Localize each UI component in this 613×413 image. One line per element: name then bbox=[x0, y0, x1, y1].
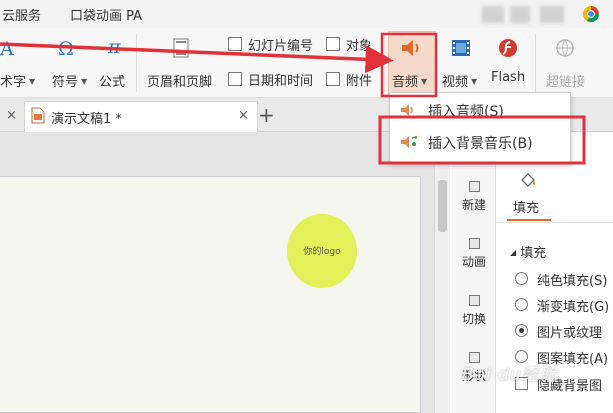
paint-bucket-icon bbox=[521, 173, 535, 187]
video-film-icon bbox=[452, 40, 470, 56]
picture-fill-label: 图片或纹理 bbox=[537, 326, 603, 341]
gradient-fill-label: 渐变填充(G) bbox=[537, 300, 610, 315]
slide-canvas[interactable] bbox=[0, 176, 421, 413]
menu-item-cloud-service[interactable]: 云服务 bbox=[2, 5, 41, 24]
fill-section-header[interactable]: ◢ 填充 bbox=[510, 242, 546, 261]
scrollbar-thumb[interactable] bbox=[438, 180, 447, 232]
symbol-button[interactable]: 符号 ▼ bbox=[52, 71, 87, 90]
object-icon bbox=[326, 37, 340, 51]
panel-divider bbox=[497, 222, 613, 223]
side-tab-new[interactable]: 新建 bbox=[452, 181, 496, 213]
ribbon-divider bbox=[384, 34, 385, 92]
menu-item-pocket-animation[interactable]: 口袋动画 PA bbox=[70, 5, 142, 24]
video-label: 视频 bbox=[442, 75, 469, 90]
active-tab-indicator bbox=[507, 219, 551, 221]
art-text-icon: A bbox=[0, 38, 14, 60]
blurred-region bbox=[540, 6, 564, 23]
new-icon bbox=[468, 181, 480, 192]
radio-button[interactable] bbox=[515, 272, 528, 285]
header-footer-icon bbox=[173, 38, 189, 58]
insert-bg-music-label: 插入背景音乐(B) bbox=[428, 136, 533, 152]
art-text-button[interactable]: 术字 ▼ bbox=[0, 71, 35, 90]
pi-formula-icon: π bbox=[108, 36, 121, 58]
attachment-button[interactable]: 附件 bbox=[346, 70, 372, 89]
ribbon-divider bbox=[136, 34, 137, 92]
presentation-file-icon bbox=[31, 107, 45, 124]
side-tab-switch[interactable]: 切换 bbox=[452, 295, 496, 327]
chevron-down-icon: ▼ bbox=[471, 77, 478, 86]
flash-icon bbox=[499, 39, 517, 57]
slide-number-button[interactable]: 幻灯片编号 bbox=[248, 35, 313, 54]
fill-section-label: 填充 bbox=[520, 246, 547, 261]
audio-label: 音频 bbox=[392, 75, 419, 90]
speaker-icon bbox=[402, 40, 419, 56]
animation-icon bbox=[468, 238, 480, 249]
art-text-label: 术字 bbox=[0, 75, 27, 90]
slide-number-icon bbox=[228, 37, 242, 51]
app-logo-icon bbox=[583, 6, 600, 23]
insert-audio-label: 插入音频(S) bbox=[428, 104, 504, 120]
solid-fill-label: 纯色填充(S) bbox=[537, 274, 608, 289]
ribbon-divider bbox=[535, 34, 536, 92]
date-time-button[interactable]: 日期和时间 bbox=[248, 70, 313, 89]
chevron-down-icon: ▼ bbox=[421, 77, 428, 86]
close-tab-icon[interactable]: × bbox=[6, 108, 17, 123]
baidu-watermark: Bai du经验 bbox=[462, 365, 558, 385]
symbol-label: 符号 bbox=[52, 75, 79, 90]
side-tab-new-label: 新建 bbox=[461, 198, 486, 212]
document-tab-title: 演示文稿1 * bbox=[51, 112, 122, 127]
logo-placeholder-text: 你的logo bbox=[303, 247, 341, 257]
header-footer-button[interactable]: 页眉和页脚 bbox=[147, 71, 212, 90]
side-tab-animation[interactable]: 动画 bbox=[452, 238, 496, 270]
chevron-down-icon: ▼ bbox=[81, 77, 88, 86]
speaker-icon bbox=[401, 104, 413, 116]
audio-button[interactable]: 音频 ▼ bbox=[392, 71, 427, 90]
radio-button-selected[interactable] bbox=[515, 324, 528, 337]
blurred-region bbox=[510, 6, 530, 23]
hyperlink-globe-icon bbox=[556, 39, 574, 57]
blurred-region bbox=[482, 6, 504, 23]
attachment-icon bbox=[326, 72, 340, 86]
radio-button[interactable] bbox=[515, 298, 528, 311]
fill-tab[interactable]: 填充 bbox=[513, 197, 539, 216]
vertical-scrollbar[interactable] bbox=[434, 160, 450, 413]
menu-item-insert-audio[interactable]: 插入音频(S) bbox=[390, 95, 570, 125]
side-tab-animation-label: 动画 bbox=[461, 255, 486, 269]
hyperlink-button[interactable]: 超链接 bbox=[546, 71, 585, 90]
new-tab-button[interactable]: + bbox=[258, 103, 275, 127]
menu-bar: 云服务 口袋动画 PA bbox=[0, 0, 613, 28]
side-tab-switch-label: 切换 bbox=[461, 312, 486, 326]
switch-icon bbox=[468, 295, 480, 306]
date-time-icon bbox=[228, 72, 242, 86]
close-tab-icon[interactable]: × bbox=[238, 108, 249, 123]
collapse-triangle-icon: ◢ bbox=[510, 248, 517, 257]
flash-button[interactable]: Flash bbox=[491, 70, 525, 85]
menu-item-insert-background-music[interactable]: 插入背景音乐(B) bbox=[390, 127, 570, 157]
chevron-down-icon: ▼ bbox=[29, 77, 36, 86]
audio-dropdown-menu: 插入音频(S) 插入背景音乐(B) bbox=[389, 92, 571, 164]
object-button[interactable]: 对象 bbox=[346, 35, 372, 54]
omega-symbol-icon: Ω bbox=[58, 38, 74, 60]
video-button[interactable]: 视频 ▼ bbox=[442, 71, 477, 90]
formula-button[interactable]: 公式 bbox=[99, 71, 125, 90]
background-music-icon bbox=[401, 136, 417, 148]
